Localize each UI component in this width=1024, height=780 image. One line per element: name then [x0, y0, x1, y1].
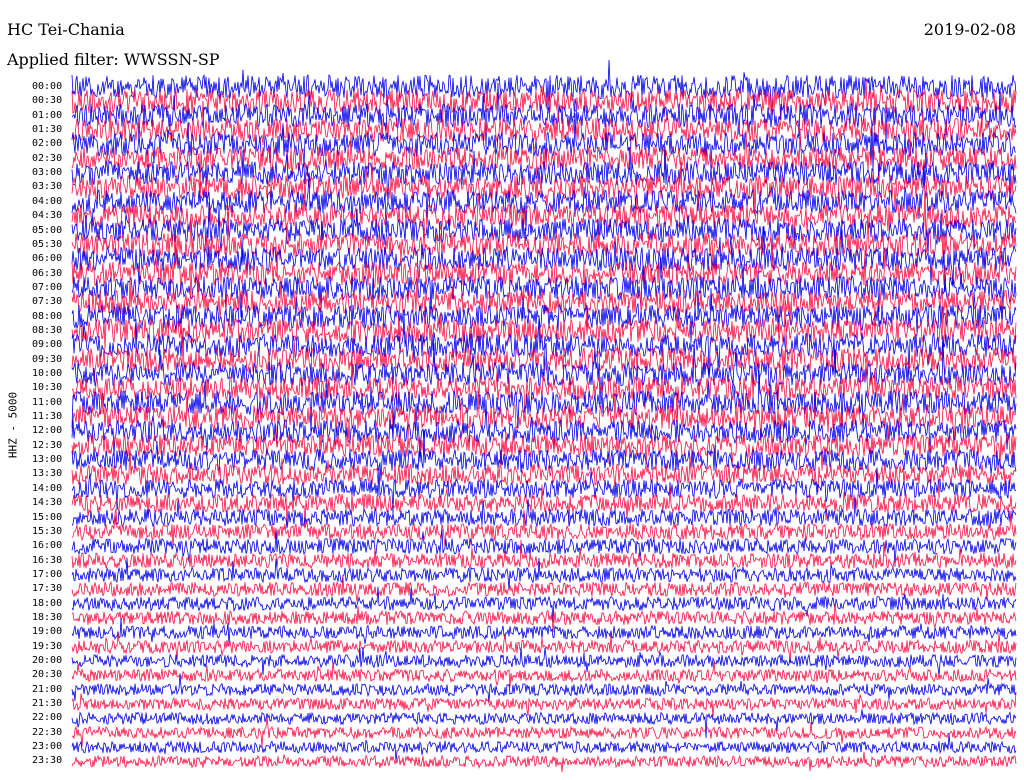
time-label: 01:30: [32, 124, 63, 136]
time-label: 08:30: [32, 324, 63, 336]
time-label: 18:00: [32, 597, 63, 609]
trace-row-2100: [71, 673, 1017, 703]
time-label: 20:30: [32, 669, 63, 681]
time-label: 12:00: [32, 425, 63, 437]
time-label: 09:30: [32, 353, 63, 365]
time-label: 21:00: [32, 683, 63, 695]
trace-row-1700: [71, 557, 1017, 591]
time-label: 10:30: [32, 382, 63, 394]
time-label: 10:00: [32, 368, 63, 379]
time-label: 14:30: [32, 497, 63, 509]
time-label: 17:30: [32, 583, 63, 595]
time-label: 02:30: [32, 152, 63, 164]
time-label: 16:00: [32, 540, 63, 552]
time-label: 05:00: [32, 224, 63, 236]
helicorder-plot: [71, 59, 1017, 773]
time-label: 02:00: [32, 138, 63, 150]
trace-row-2200: [71, 709, 1017, 739]
time-label: 00:30: [32, 95, 63, 107]
time-label: 12:30: [32, 439, 63, 451]
time-label: 15:30: [32, 525, 63, 537]
time-label: 18:30: [32, 611, 63, 623]
time-label: 17:00: [32, 568, 63, 580]
trace-row-2130: [71, 691, 1017, 717]
plot-date: 2019-02-08: [923, 20, 1016, 39]
time-label: 04:00: [32, 195, 63, 207]
time-label: 06:30: [32, 267, 63, 279]
time-label: 23:00: [32, 741, 63, 753]
time-label: 22:00: [32, 712, 63, 724]
time-label: 03:30: [32, 181, 63, 193]
time-label: 07:00: [32, 281, 63, 293]
time-label: 09:00: [32, 339, 63, 351]
time-label: 00:00: [32, 81, 63, 92]
time-label: 11:30: [32, 411, 63, 423]
time-label: 06:00: [32, 253, 63, 265]
time-axis-labels: 00:00 00:30 01:00 01:30 02:00 02:30 03:00 03:30…: [0, 0, 72, 780]
time-label: 01:00: [32, 109, 63, 121]
time-label: 14:00: [32, 482, 63, 494]
seismogram-page: HC Tei-Chania 2019-02-08 Applied filter:…: [0, 0, 1024, 780]
time-label: 22:30: [32, 726, 63, 738]
time-label: 19:00: [32, 626, 63, 638]
time-label: 04:30: [32, 210, 63, 222]
time-label: 13:30: [32, 468, 63, 480]
time-label: 20:00: [32, 655, 63, 666]
trace-row-2300: [71, 733, 1017, 763]
time-label: 11:00: [32, 396, 63, 408]
time-label: 13:00: [32, 454, 63, 466]
channel-label: HHZ - 5000: [6, 391, 20, 459]
time-label: 03:00: [32, 167, 63, 179]
time-label: 15:00: [32, 511, 63, 523]
time-label: 21:30: [32, 698, 63, 710]
trace-row-1230: [71, 418, 1017, 471]
time-label: 05:30: [32, 238, 63, 250]
time-label: 23:30: [32, 755, 63, 767]
time-label: 19:30: [32, 640, 63, 652]
time-label: 08:00: [32, 310, 63, 322]
time-label: 16:30: [32, 554, 63, 566]
trace-row-2330: [71, 751, 1017, 773]
time-label: 07:30: [32, 296, 63, 308]
trace-row-2230: [71, 716, 1017, 748]
